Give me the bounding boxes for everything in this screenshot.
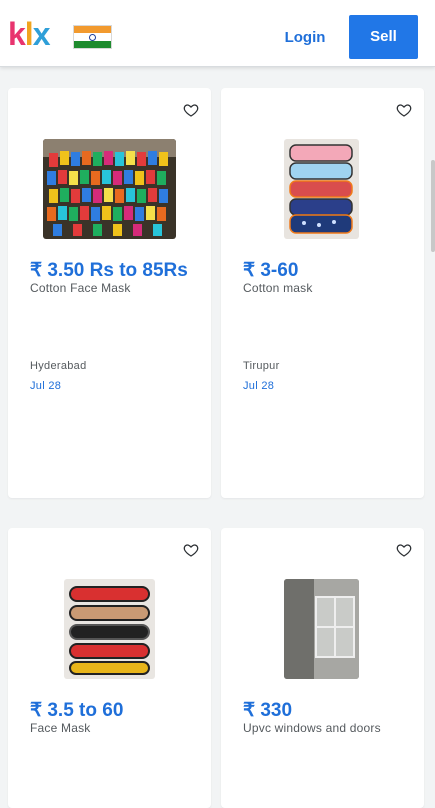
sell-button[interactable]: Sell <box>349 15 418 59</box>
listing-price: ₹ 330 <box>243 700 293 721</box>
listing-card[interactable]: ₹ 3.50 Rs to 85Rs Cotton Face Mask Hyder… <box>8 88 211 498</box>
listing-title: Cotton Face Mask <box>30 281 131 295</box>
klx-logo[interactable]: klx <box>8 16 51 52</box>
listing-title: Cotton mask <box>243 281 313 295</box>
listing-title: Upvc windows and doors <box>243 721 381 735</box>
listing-price: ₹ 3.5 to 60 <box>30 700 124 721</box>
listing-card[interactable]: ₹ 3-60 Cotton mask Tirupur Jul 28 <box>221 88 424 498</box>
listing-price: ₹ 3.50 Rs to 85Rs <box>30 260 188 281</box>
flag-chakra <box>89 34 96 41</box>
listing-card[interactable]: ₹ 3.5 to 60 Face Mask <box>8 528 211 808</box>
listing-price: ₹ 3-60 <box>243 260 299 281</box>
listing-photo[interactable] <box>43 139 176 239</box>
flag-white-stripe <box>74 33 111 41</box>
logo-letter-k: k <box>8 16 26 52</box>
india-flag-icon[interactable] <box>73 25 112 49</box>
logo-letter-x: x <box>32 16 51 52</box>
login-link[interactable]: Login <box>276 26 334 50</box>
listing-location: Hyderabad <box>30 360 87 372</box>
heart-icon[interactable] <box>183 102 199 118</box>
listing-date: Jul 28 <box>243 380 275 392</box>
heart-icon[interactable] <box>396 542 412 558</box>
listing-title: Face Mask <box>30 721 91 735</box>
listing-location: Tirupur <box>243 360 280 372</box>
heart-icon[interactable] <box>183 542 199 558</box>
scrollbar-thumb[interactable] <box>431 160 435 252</box>
listing-card[interactable]: ₹ 330 Upvc windows and doors <box>221 528 424 808</box>
listing-photo[interactable] <box>284 139 359 239</box>
flag-green-stripe <box>74 41 111 48</box>
flag-saffron-stripe <box>74 26 111 33</box>
top-header: klx Login Sell <box>0 0 435 67</box>
logo-letter-l: l <box>24 16 34 52</box>
listing-photo[interactable] <box>64 579 155 679</box>
heart-icon[interactable] <box>396 102 412 118</box>
listing-date: Jul 28 <box>30 380 62 392</box>
listing-photo[interactable] <box>284 579 359 679</box>
